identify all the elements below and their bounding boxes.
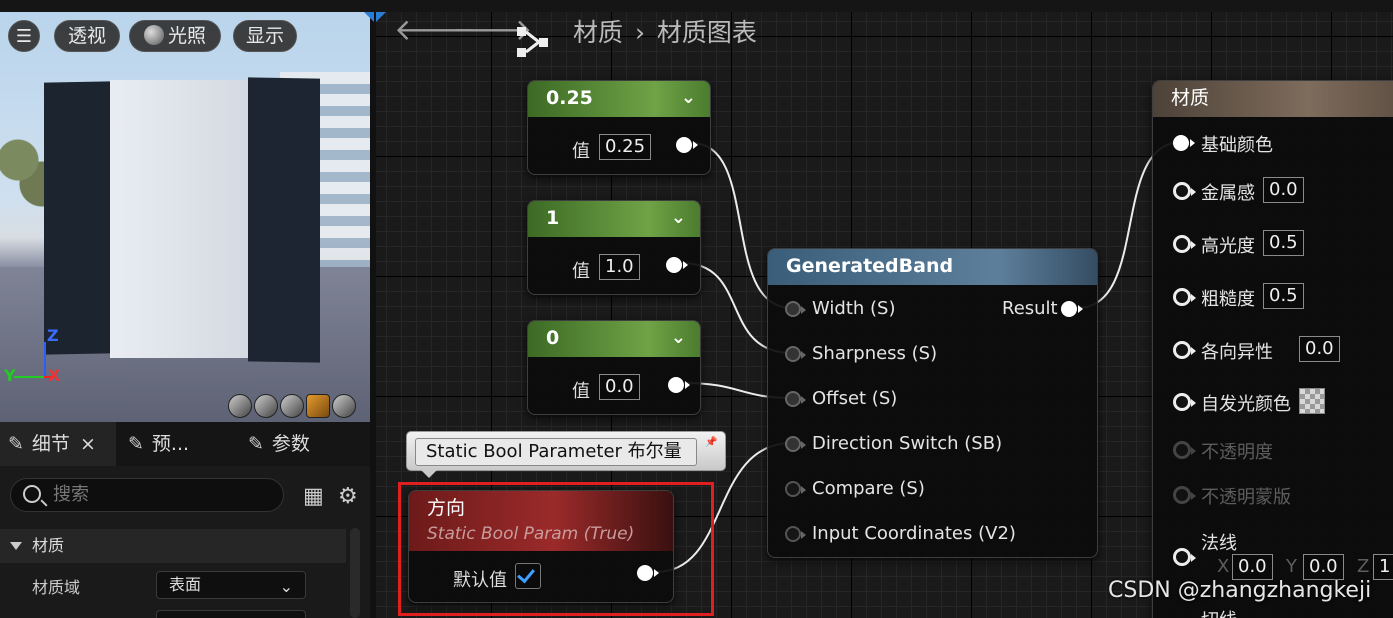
chevron-down-icon[interactable]: ⌄	[671, 321, 686, 355]
input-pin-opacity-mask	[1173, 486, 1196, 504]
input-label-input-coordinates: Input Coordinates (V2)	[812, 523, 1016, 544]
pin-label-opacity-mask: 不透明蒙版	[1201, 487, 1291, 508]
specular-value[interactable]: 0.5	[1263, 230, 1304, 256]
generated-band-title: GeneratedBand	[786, 255, 954, 277]
pin-label-emissive-color: 自发光颜色	[1201, 394, 1291, 415]
output-pin[interactable]	[666, 257, 688, 273]
pin-icon[interactable]: 📌	[705, 437, 719, 465]
tooltip-text: Static Bool Parameter 布尔量	[415, 438, 697, 466]
input-pin-width[interactable]	[785, 301, 806, 317]
generated-band-node[interactable]: GeneratedBand Width (S) Sharpness (S) Of…	[767, 248, 1098, 558]
watermark-text: CSDN @zhangzhangkeji	[1108, 578, 1372, 603]
input-label-sharpness: Sharpness (S)	[812, 343, 938, 364]
input-pin-emissive-color[interactable]	[1173, 393, 1196, 411]
chevron-down-icon[interactable]: ⌄	[681, 81, 696, 115]
input-pin-roughness[interactable]	[1173, 288, 1196, 306]
input-pin-input-coordinates[interactable]	[785, 526, 806, 542]
value-label: 值	[572, 141, 590, 162]
output-pin-result[interactable]	[1061, 301, 1083, 317]
node-tooltip: Static Bool Parameter 布尔量 📌	[406, 431, 726, 478]
output-label-result: Result	[1002, 298, 1058, 319]
input-label-offset: Offset (S)	[812, 388, 898, 409]
anisotropy-value[interactable]: 0.0	[1299, 336, 1340, 362]
pin-label-tangent: 切线	[1201, 606, 1237, 618]
value-field[interactable]: 0.0	[599, 374, 640, 400]
input-pin-anisotropy[interactable]	[1173, 341, 1196, 359]
generated-band-header[interactable]: GeneratedBand	[768, 249, 1097, 285]
output-pin[interactable]	[668, 377, 690, 393]
input-pin-opacity	[1173, 441, 1196, 459]
input-pin-compare[interactable]	[785, 481, 806, 497]
input-pin-direction-switch[interactable]	[785, 436, 806, 452]
output-pin[interactable]	[676, 137, 698, 153]
pin-label-normal: 法线	[1201, 533, 1237, 554]
normal-z-value[interactable]: 1	[1373, 554, 1393, 580]
normal-y-label: Y	[1286, 556, 1297, 577]
normal-x-value[interactable]: 0.0	[1232, 554, 1273, 580]
constant-node-header[interactable]: 0.25 ⌄	[528, 81, 710, 117]
value-label: 值	[572, 381, 590, 402]
constant-node-sharpness[interactable]: 1 ⌄ 值 1.0	[527, 200, 701, 295]
pin-label-roughness: 粗糙度	[1201, 289, 1255, 310]
pin-label-opacity: 不透明度	[1201, 442, 1273, 463]
input-label-direction-switch: Direction Switch (SB)	[812, 433, 1003, 454]
constant-node-header[interactable]: 1 ⌄	[528, 201, 700, 237]
constant-title: 0	[546, 327, 560, 349]
constant-node-offset[interactable]: 0 ⌄ 值 0.0	[527, 320, 701, 415]
constant-node-header[interactable]: 0 ⌄	[528, 321, 700, 357]
annotation-highlight-box	[398, 482, 714, 616]
input-pin-normal[interactable]	[1173, 548, 1196, 566]
pin-label-specular: 高光度	[1201, 236, 1255, 257]
input-pin-specular[interactable]	[1173, 235, 1196, 253]
value-label: 值	[572, 261, 590, 282]
material-result-header[interactable]: 材质	[1153, 81, 1393, 117]
constant-title: 0.25	[546, 87, 593, 109]
input-pin-offset[interactable]	[785, 391, 806, 407]
constant-node-width[interactable]: 0.25 ⌄ 值 0.25	[527, 80, 711, 175]
emissive-color-swatch[interactable]	[1299, 388, 1325, 414]
pin-label-metallic: 金属感	[1201, 183, 1255, 204]
material-title: 材质	[1171, 87, 1210, 109]
input-pin-base-color[interactable]	[1173, 135, 1195, 151]
metallic-value[interactable]: 0.0	[1263, 177, 1304, 203]
value-field[interactable]: 0.25	[599, 134, 652, 160]
normal-z-label: Z	[1357, 556, 1370, 577]
input-pin-metallic[interactable]	[1173, 182, 1196, 200]
value-field[interactable]: 1.0	[599, 254, 640, 280]
pin-label-base-color: 基础颜色	[1201, 135, 1273, 156]
input-label-width: Width (S)	[812, 298, 896, 319]
input-pin-sharpness[interactable]	[785, 346, 806, 362]
material-result-node[interactable]: 材质 基础颜色 金属感 0.0 高光度 0.5 粗糙度 0.5 各向异性 0.0…	[1152, 80, 1393, 618]
chevron-down-icon[interactable]: ⌄	[671, 201, 686, 235]
constant-title: 1	[546, 207, 560, 229]
normal-x-label: X	[1217, 556, 1230, 577]
pin-label-anisotropy: 各向异性	[1201, 342, 1273, 363]
normal-y-value[interactable]: 0.0	[1303, 554, 1344, 580]
input-label-compare: Compare (S)	[812, 478, 925, 499]
roughness-value[interactable]: 0.5	[1263, 283, 1304, 309]
